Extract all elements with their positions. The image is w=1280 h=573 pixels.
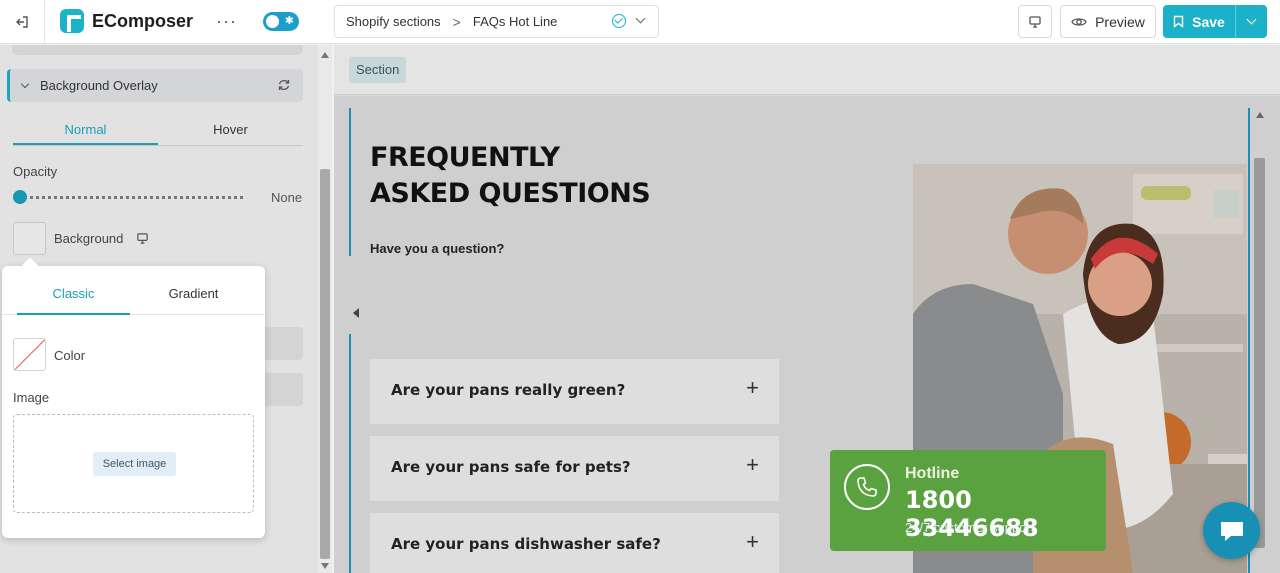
device-switch-button[interactable]: [1018, 5, 1052, 38]
chat-button[interactable]: [1203, 502, 1260, 559]
selection-outline: [1248, 108, 1250, 573]
faq-item[interactable]: Are your pans safe for pets? +: [370, 436, 779, 501]
scrollbar-thumb[interactable]: [1254, 158, 1265, 548]
image-dropzone[interactable]: Select image: [13, 414, 254, 513]
scroll-down-arrow[interactable]: [321, 563, 329, 569]
tab-classic[interactable]: Classic: [17, 286, 130, 315]
hotline-label: Hotline: [905, 465, 960, 482]
section-title: Background Overlay: [40, 78, 158, 93]
save-label: Save: [1192, 13, 1225, 30]
monitor-icon[interactable]: [136, 232, 149, 245]
selection-outline: [349, 108, 351, 256]
breadcrumb-separator: >: [452, 13, 461, 30]
exit-button[interactable]: [0, 0, 45, 44]
section-tag[interactable]: Section: [349, 57, 407, 83]
color-label: Color: [54, 348, 86, 363]
monitor-icon: [1029, 15, 1041, 28]
slider-track: [19, 196, 243, 199]
save-button[interactable]: Save: [1163, 5, 1235, 38]
background-label: Background: [54, 231, 124, 246]
plus-icon[interactable]: +: [746, 377, 759, 399]
save-options-dropdown[interactable]: [1235, 5, 1267, 38]
hidden-control: [265, 373, 303, 406]
bookmark-icon: [1173, 15, 1184, 28]
selection-outline: [349, 334, 351, 573]
background-type-tabs: Classic Gradient: [2, 278, 265, 315]
faq-heading-line2: ASKED QUESTIONS: [370, 178, 651, 209]
scroll-up-arrow[interactable]: [321, 52, 329, 58]
tab-normal[interactable]: Normal: [13, 116, 158, 145]
breadcrumb-current: FAQs Hot Line: [472, 14, 558, 29]
more-options-button[interactable]: ···: [216, 12, 237, 30]
app-logo[interactable]: EComposer: [60, 9, 193, 33]
background-overlay-header[interactable]: Background Overlay: [7, 69, 303, 102]
chevron-down-icon: [20, 79, 30, 89]
scrollbar-thumb[interactable]: [320, 169, 330, 559]
hotline-card[interactable]: Hotline 1800 33446688 24/7 customer supp…: [830, 450, 1106, 551]
toggle-knob: [266, 15, 279, 28]
breadcrumb[interactable]: Shopify sections > FAQs Hot Line: [334, 5, 659, 38]
plus-icon[interactable]: +: [746, 454, 759, 476]
color-swatch[interactable]: [13, 338, 46, 371]
faq-heading-line1: FREQUENTLY: [370, 142, 560, 173]
opacity-label: Opacity: [13, 164, 58, 179]
faq-subtitle[interactable]: Have you a question?: [370, 241, 504, 256]
phone-icon: [844, 464, 890, 510]
faq-item[interactable]: Are your pans dishwasher safe? +: [370, 513, 779, 573]
faq-heading[interactable]: FREQUENTLY ASKED QUESTIONS: [370, 140, 651, 212]
select-image-button[interactable]: Select image: [93, 452, 176, 476]
collapse-panel-arrow[interactable]: [353, 308, 359, 318]
top-bar: EComposer ··· ✱ Shopify sections > FAQs …: [0, 0, 1280, 44]
panel-scrollbar[interactable]: [318, 45, 332, 573]
sun-icon: ✱: [284, 15, 294, 27]
opacity-value: None: [271, 190, 303, 205]
hidden-control: [265, 327, 303, 360]
canvas-toolbar: Section: [334, 45, 1280, 95]
scroll-up-arrow[interactable]: [1256, 112, 1264, 118]
app-name: EComposer: [92, 10, 194, 31]
background-popover: Classic Gradient Color Image Select imag…: [2, 257, 265, 538]
check-circle-icon: [612, 14, 626, 28]
canvas-scrollbar[interactable]: [1253, 108, 1267, 573]
theme-toggle[interactable]: ✱: [263, 12, 299, 31]
editor-canvas: Section FREQUENTLY ASKED QUESTIONS Have …: [334, 45, 1280, 573]
breadcrumb-parent[interactable]: Shopify sections: [346, 14, 441, 29]
plus-icon[interactable]: +: [746, 531, 759, 553]
chevron-down-icon[interactable]: [635, 13, 646, 24]
faq-item[interactable]: Are your pans really green? +: [370, 359, 779, 424]
state-tabs: Normal Hover: [13, 116, 303, 146]
faq-question: Are your pans dishwasher safe?: [391, 535, 661, 553]
faq-question: Are your pans really green?: [391, 381, 626, 399]
background-swatch[interactable]: [13, 222, 46, 255]
hotline-subtitle: 24/7 customer support: [905, 520, 1035, 535]
page-preview: FREQUENTLY ASKED QUESTIONS Have you a qu…: [334, 96, 1280, 573]
preview-label: Preview: [1095, 13, 1145, 30]
exit-icon: [16, 16, 28, 28]
preview-button[interactable]: Preview: [1060, 5, 1156, 38]
opacity-slider[interactable]: [13, 190, 243, 204]
tab-hover[interactable]: Hover: [158, 116, 303, 145]
chat-icon: [1220, 521, 1243, 541]
tab-gradient[interactable]: Gradient: [130, 286, 257, 301]
logo-icon: [60, 9, 84, 33]
image-label: Image: [13, 390, 50, 405]
faq-question: Are your pans safe for pets?: [391, 458, 631, 476]
reset-icon[interactable]: [277, 78, 291, 92]
previous-section-collapsed[interactable]: [12, 45, 303, 55]
eye-icon: [1071, 17, 1087, 26]
slider-handle[interactable]: [13, 190, 27, 204]
